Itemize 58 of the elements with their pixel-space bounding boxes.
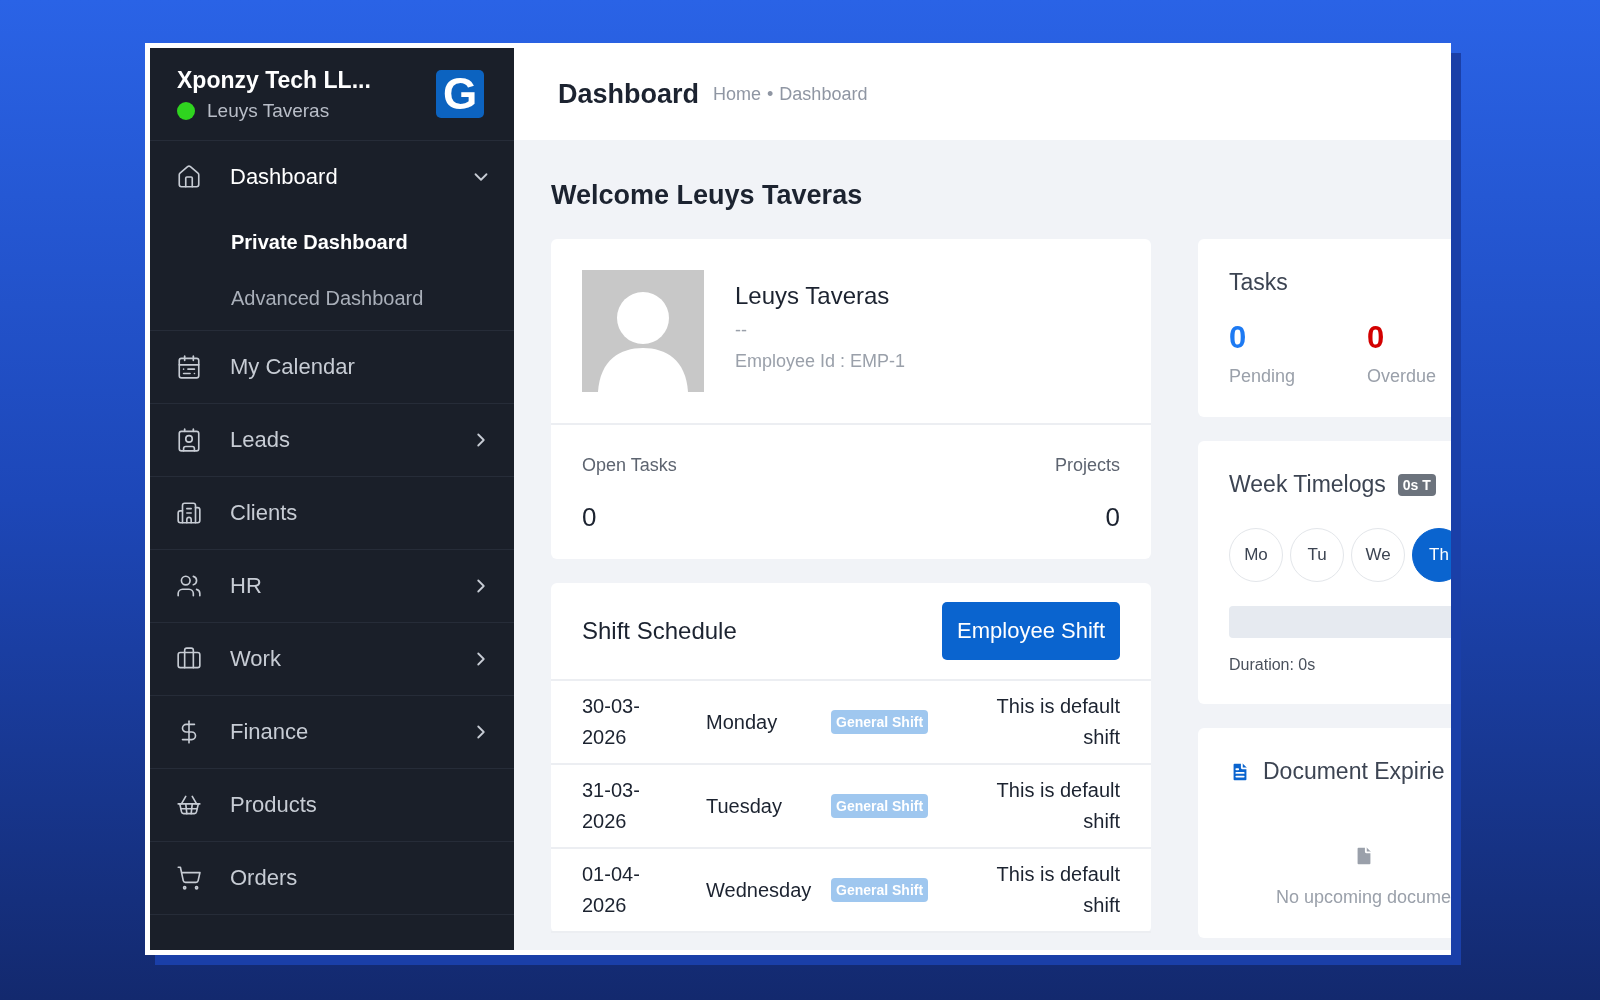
sidebar-item[interactable]: Products — [150, 769, 514, 842]
users-icon — [176, 573, 202, 599]
shift-tag: General Shift — [831, 878, 929, 902]
welcome-heading: Welcome Leuys Taveras — [551, 180, 864, 211]
day-button[interactable]: We — [1351, 528, 1405, 582]
task-count: 0 — [1367, 320, 1386, 356]
contact-card-icon — [176, 427, 202, 453]
submenu-item[interactable]: Private Dashboard — [150, 214, 514, 270]
shift-tag: General Shift — [831, 710, 929, 734]
shift-remark: This is default shift — [995, 694, 1120, 750]
designation: -- — [735, 320, 748, 341]
employee-name: Leuys Taveras — [735, 282, 891, 310]
shift-day: Wednesday — [706, 874, 831, 906]
card-title: Shift Schedule — [582, 617, 737, 645]
shift-date: 01-04-2026 — [582, 862, 641, 918]
stat-label: Projects — [1054, 455, 1120, 476]
stat-value: 0 — [582, 502, 597, 533]
home-icon — [176, 164, 202, 190]
employee-id: Employee Id : EMP-1 — [735, 351, 906, 372]
shift-day: Tuesday — [706, 790, 831, 822]
sidebar-item[interactable]: Leads — [150, 404, 514, 477]
card-title: Tasks — [1229, 269, 1289, 296]
company-name: Xponzy Tech LL... — [177, 66, 371, 94]
breadcrumb-separator: • — [767, 83, 774, 105]
app-logo: G — [436, 70, 484, 118]
card-title: Week Timelogs — [1229, 471, 1386, 498]
stat-label: Open Tasks — [582, 455, 677, 476]
shift-remark: This is default shift — [995, 862, 1120, 918]
day-button[interactable]: Tu — [1290, 528, 1344, 582]
empty-message: No upcoming docume — [1275, 887, 1451, 908]
sidebar-item[interactable]: Clients — [150, 477, 514, 550]
building-icon — [176, 500, 202, 526]
shift-date: 31-03-2026 — [582, 778, 641, 834]
duration-text: Duration: 0s — [1229, 656, 1317, 674]
sidebar-item[interactable]: Finance — [150, 696, 514, 769]
sidebar-item[interactable]: HR — [150, 550, 514, 623]
calendar-icon — [176, 354, 202, 380]
shift-date: 30-03-2026 — [582, 694, 641, 750]
task-label: Pending — [1229, 366, 1296, 387]
user-name: Leuys Taveras — [207, 99, 330, 122]
day-button[interactable]: Th — [1412, 528, 1451, 582]
shift-day: Monday — [706, 706, 831, 738]
task-count: 0 — [1229, 320, 1248, 356]
task-label: Overdue — [1367, 366, 1437, 387]
shift-remark: This is default shift — [995, 778, 1120, 834]
page-title: Dashboard — [558, 78, 700, 110]
sidebar-item[interactable]: My Calendar — [150, 331, 514, 404]
sidebar-item[interactable]: Orders — [150, 842, 514, 915]
submenu-item[interactable]: Advanced Dashboard — [150, 270, 514, 326]
cart-icon — [176, 865, 202, 891]
stat-value: 0 — [1105, 502, 1120, 533]
sidebar-item[interactable]: Dashboard — [150, 141, 514, 214]
card-title: Document Expirie — [1263, 758, 1445, 785]
employee-shift-button[interactable]: Employee Shift — [942, 602, 1120, 660]
shift-tag: General Shift — [831, 794, 929, 818]
total-time-badge: 0s T — [1397, 473, 1436, 496]
sidebar-item[interactable]: Work — [150, 623, 514, 696]
day-button[interactable]: Mo — [1229, 528, 1283, 582]
